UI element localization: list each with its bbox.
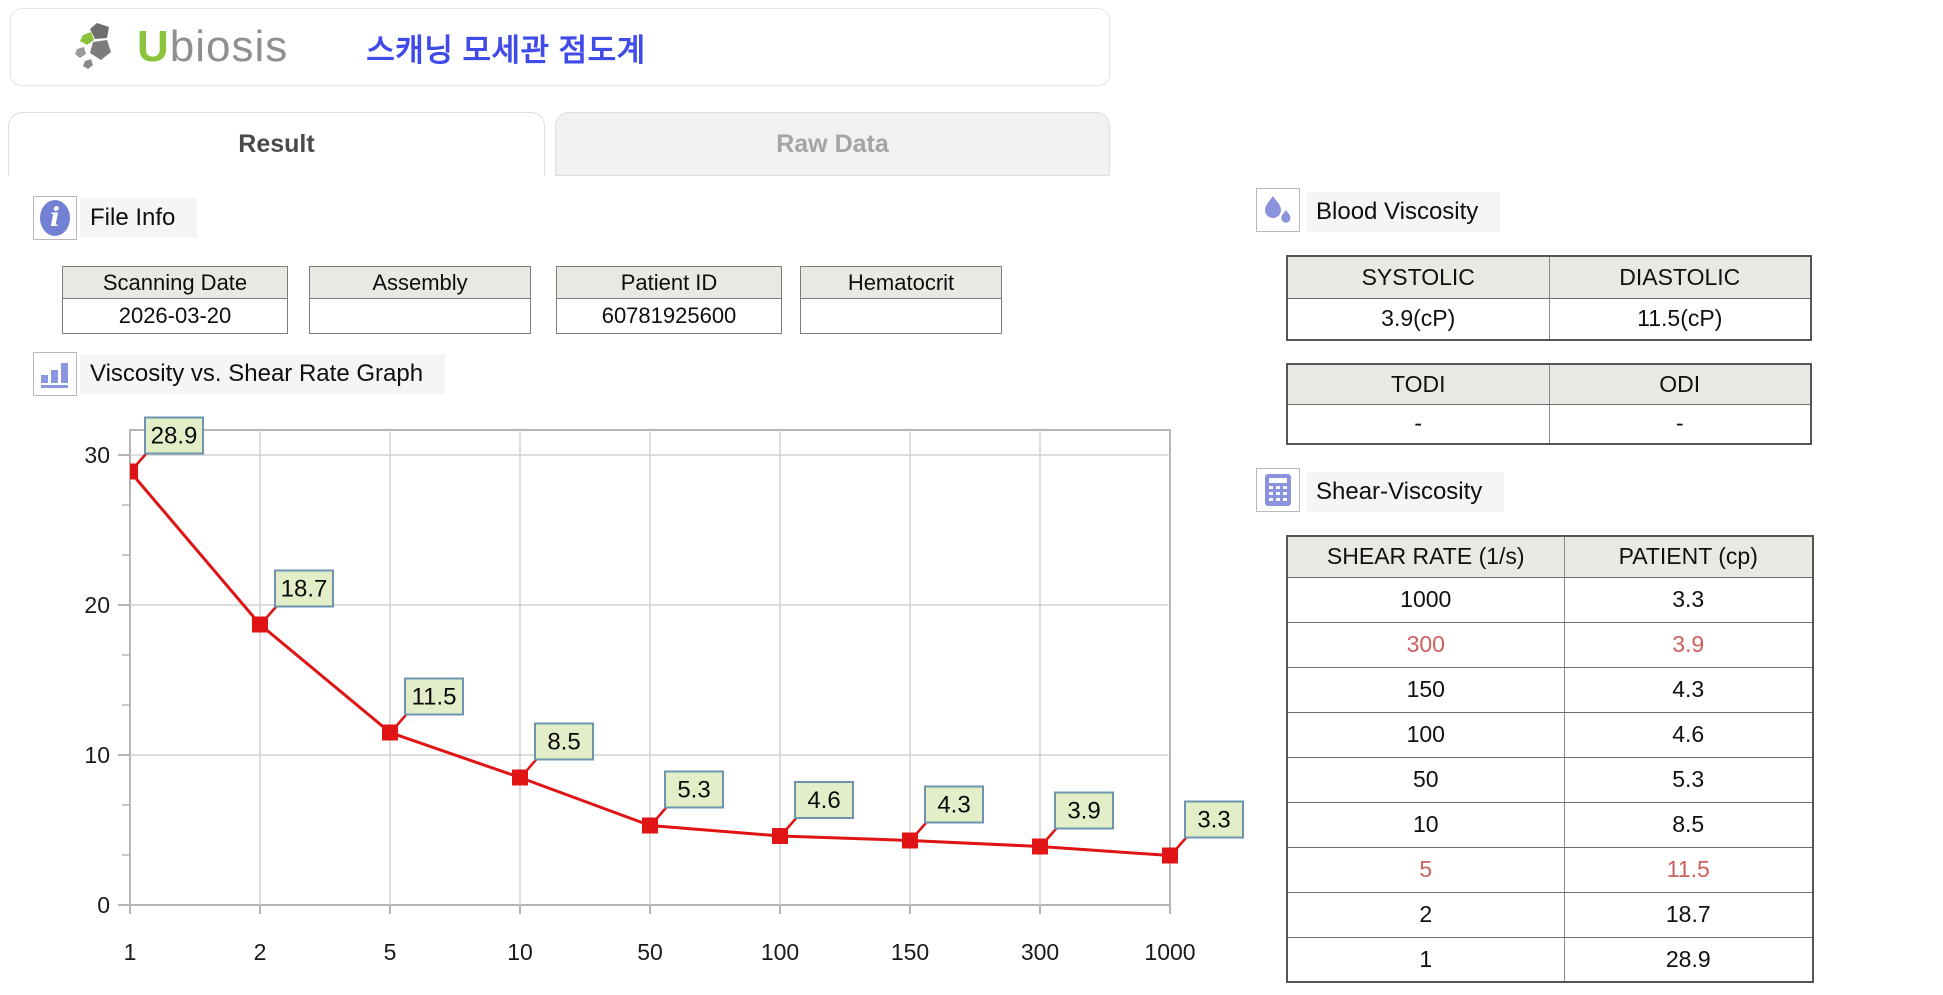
patient-viscosity-cell: 3.9 bbox=[1564, 622, 1813, 667]
file-info-value-cell bbox=[310, 299, 531, 334]
file-info-value-cell bbox=[801, 299, 1002, 334]
patient-viscosity-cell: 4.3 bbox=[1564, 667, 1813, 712]
patient-viscosity-cell: 18.7 bbox=[1564, 892, 1813, 937]
graph-section-title: Viscosity vs. Shear Rate Graph bbox=[80, 354, 445, 394]
file-info-header-cell: Hematocrit bbox=[801, 267, 1002, 299]
tab-result[interactable]: Result bbox=[8, 112, 545, 176]
shear-rate-cell: 100 bbox=[1287, 712, 1564, 757]
shear-viscosity-row: 1504.3 bbox=[1287, 667, 1813, 712]
patient-viscosity-cell: 8.5 bbox=[1564, 802, 1813, 847]
shear-viscosity-row: 511.5 bbox=[1287, 847, 1813, 892]
shear-viscosity-row: 505.3 bbox=[1287, 757, 1813, 802]
x-tick-label: 150 bbox=[891, 939, 929, 965]
app-title: 스캐닝 모세관 점도계 bbox=[366, 25, 645, 70]
todi-odi-table: TODIODI-- bbox=[1286, 363, 1812, 445]
shear-viscosity-row: 108.5 bbox=[1287, 802, 1813, 847]
file-info-column-assembly: Assembly bbox=[309, 266, 531, 334]
y-tick-label: 0 bbox=[97, 892, 110, 918]
droplets-icon bbox=[1256, 188, 1300, 232]
data-label-text: 8.5 bbox=[547, 729, 580, 756]
x-tick-label: 2 bbox=[254, 939, 267, 965]
file-info-header-cell: Scanning Date bbox=[63, 267, 288, 299]
shear-viscosity-row: 1004.6 bbox=[1287, 712, 1813, 757]
blood-viscosity-section-title: Blood Viscosity bbox=[1306, 192, 1500, 232]
y-tick-label: 10 bbox=[84, 742, 110, 768]
file-info-column-scanning-date: Scanning Date2026-03-20 bbox=[62, 266, 288, 334]
data-label-text: 28.9 bbox=[151, 423, 198, 450]
scanning-viscometer-app: Ubiosis 스캐닝 모세관 점도계 ResultRaw Data i Fil… bbox=[0, 0, 1943, 995]
file-info-header-cell: Assembly bbox=[310, 267, 531, 299]
patient-viscosity-cell: 3.3 bbox=[1564, 577, 1813, 622]
y-tick-label: 20 bbox=[84, 592, 110, 618]
blood-viscosity-header-cell: DIASTOLIC bbox=[1549, 256, 1811, 298]
shear-viscosity-header-cell: SHEAR RATE (1/s) bbox=[1287, 536, 1564, 577]
chart-svg: 0 10 20 30 1 2 5 10 50 100 150 300 1000 28.9 18.7 11.5 8… bbox=[0, 400, 1270, 995]
data-label-text: 3.3 bbox=[1197, 807, 1230, 834]
data-label-text: 18.7 bbox=[281, 576, 328, 603]
blood-viscosity-value-cell: 3.9(cP) bbox=[1287, 298, 1549, 340]
x-tick-label: 1 bbox=[124, 939, 137, 965]
tab-raw-data[interactable]: Raw Data bbox=[555, 112, 1110, 176]
shear-viscosity-header-cell: PATIENT (cp) bbox=[1564, 536, 1813, 577]
blood-viscosity-header-cell: SYSTOLIC bbox=[1287, 256, 1549, 298]
shear-rate-cell: 1 bbox=[1287, 937, 1564, 982]
blood-viscosity-value-cell: 11.5(cP) bbox=[1549, 298, 1811, 340]
shear-rate-cell: 300 bbox=[1287, 622, 1564, 667]
x-tick-label: 100 bbox=[761, 939, 799, 965]
x-tick-label: 300 bbox=[1021, 939, 1059, 965]
file-info-header-cell: Patient ID bbox=[557, 267, 782, 299]
y-tick-label: 30 bbox=[84, 442, 110, 468]
data-label-text: 5.3 bbox=[677, 777, 710, 804]
blood-viscosity-table: SYSTOLICDIASTOLIC3.9(cP)11.5(cP) bbox=[1286, 255, 1812, 341]
header: Ubiosis 스캐닝 모세관 점도계 bbox=[10, 8, 1110, 86]
bar-chart-icon bbox=[33, 352, 77, 396]
file-info-column-hematocrit: Hematocrit bbox=[800, 266, 1002, 334]
patient-viscosity-cell: 28.9 bbox=[1564, 937, 1813, 982]
shear-rate-cell: 10 bbox=[1287, 802, 1564, 847]
shear-viscosity-row: 128.9 bbox=[1287, 937, 1813, 982]
x-tick-label: 5 bbox=[384, 939, 397, 965]
viscosity-shear-rate-chart: 0 10 20 30 1 2 5 10 50 100 150 300 1000 28.9 18.7 11.5 8… bbox=[0, 400, 1270, 995]
tab-bar: ResultRaw Data bbox=[0, 112, 1112, 176]
ubiosis-logo-text: Ubiosis bbox=[137, 22, 288, 72]
data-label-text: 4.6 bbox=[807, 787, 840, 814]
todi-odi-header-cell: ODI bbox=[1549, 364, 1811, 404]
patient-viscosity-cell: 11.5 bbox=[1564, 847, 1813, 892]
todi-odi-value-cell: - bbox=[1549, 404, 1811, 444]
x-tick-label: 50 bbox=[637, 939, 663, 965]
ubiosis-logo: Ubiosis bbox=[73, 21, 288, 73]
patient-viscosity-cell: 5.3 bbox=[1564, 757, 1813, 802]
shear-viscosity-table: SHEAR RATE (1/s)PATIENT (cp)10003.33003.… bbox=[1286, 535, 1814, 983]
shear-viscosity-row: 218.7 bbox=[1287, 892, 1813, 937]
shear-rate-cell: 150 bbox=[1287, 667, 1564, 712]
shear-rate-cell: 5 bbox=[1287, 847, 1564, 892]
todi-odi-header-cell: TODI bbox=[1287, 364, 1549, 404]
shear-rate-cell: 2 bbox=[1287, 892, 1564, 937]
data-label-text: 11.5 bbox=[412, 684, 457, 711]
data-label-text: 3.9 bbox=[1067, 798, 1100, 825]
file-info-value-cell: 2026-03-20 bbox=[63, 299, 288, 334]
shear-viscosity-section-title: Shear-Viscosity bbox=[1306, 472, 1504, 512]
todi-odi-value-cell: - bbox=[1287, 404, 1549, 444]
ubiosis-logo-icon bbox=[73, 21, 131, 73]
file-info-value-cell: 60781925600 bbox=[557, 299, 782, 334]
logo-letter-u: U bbox=[137, 22, 170, 71]
shear-rate-cell: 1000 bbox=[1287, 577, 1564, 622]
logo-word-biosis: biosis bbox=[170, 22, 289, 71]
x-tick-label: 10 bbox=[507, 939, 533, 965]
calculator-icon bbox=[1256, 468, 1300, 512]
file-info-column-patient-id: Patient ID60781925600 bbox=[556, 266, 782, 334]
shear-rate-cell: 50 bbox=[1287, 757, 1564, 802]
info-icon: i bbox=[33, 196, 77, 240]
shear-viscosity-row: 10003.3 bbox=[1287, 577, 1813, 622]
file-info-section-title: File Info bbox=[80, 198, 197, 238]
data-label-text: 4.3 bbox=[937, 792, 970, 819]
shear-viscosity-row: 3003.9 bbox=[1287, 622, 1813, 667]
x-tick-label: 1000 bbox=[1144, 939, 1195, 965]
info-icon-glyph: i bbox=[40, 200, 70, 236]
patient-viscosity-cell: 4.6 bbox=[1564, 712, 1813, 757]
